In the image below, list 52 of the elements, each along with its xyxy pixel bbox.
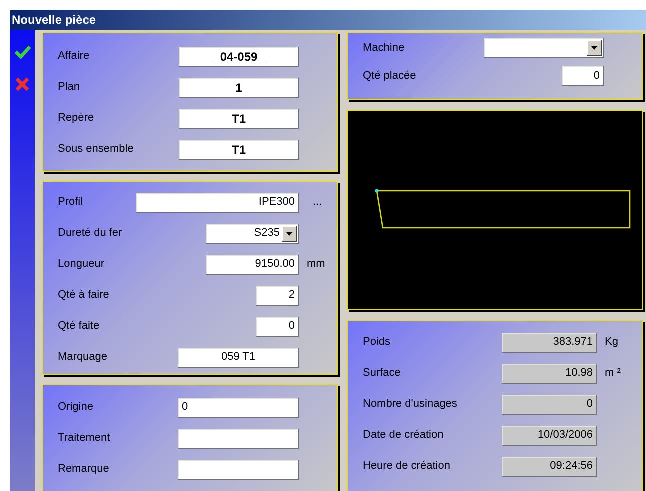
field-label: Traitement [58,431,112,446]
field-label: Longueur [58,257,106,272]
field-label: Heure de création [363,459,452,474]
dropdown-value: S235 [254,226,280,242]
field-label: Remarque [58,462,110,478]
readonly-field: 0 [502,394,597,414]
input-field[interactable]: IPE300 [136,192,299,212]
input-field[interactable] [178,428,299,448]
input-field[interactable]: _04-059_ [179,46,299,66]
input-field[interactable]: 0 [178,398,299,418]
caret-icon [591,46,598,50]
field-label: Qté à faire [58,288,110,304]
readonly-field: 09:24:56 [502,456,597,476]
input-field[interactable]: 2 [256,286,299,306]
field-label: Nombre d'usinages [363,397,458,412]
field-label: Origine [58,400,94,416]
field-label: Profil [58,195,84,210]
unit-label: Kg [605,335,618,350]
input-field[interactable] [178,460,299,480]
input-field[interactable]: 0 [562,66,604,86]
field-label: Qté placée [363,68,418,84]
field-label: Plan [58,80,82,96]
caret-icon [286,232,293,236]
readonly-field: 10/03/2006 [502,426,597,446]
field-label: Repère [58,111,96,126]
field-label: Sous ensemble [58,142,135,158]
field-label: Machine [363,40,406,56]
field-label: Qté faite [58,319,101,334]
input-field[interactable]: 9150.00 [206,254,299,274]
input-field[interactable]: T1 [179,140,299,160]
dropdown-button[interactable] [587,40,602,56]
close-icon [15,76,30,92]
dropdown-field[interactable]: S235 [206,224,299,244]
field-label: Poids [363,335,392,350]
unit-label: mm [307,257,326,272]
dropdown-button[interactable] [282,226,297,242]
field-label: Dureté du fer [58,226,124,242]
dropdown-field[interactable] [484,38,604,58]
readonly-field: 383.971 [502,332,597,352]
window-title: Nouvelle pièce [10,10,646,30]
input-field[interactable]: T1 [179,108,299,128]
field-label: Marquage [58,350,109,366]
input-field[interactable]: 1 [179,78,299,98]
field-label: Affaire [58,49,91,64]
unit-label: m ² [605,366,621,382]
input-field[interactable]: 0 [256,316,299,336]
input-field[interactable]: 059 T1 [178,348,299,368]
readonly-field: 10.98 [502,364,597,384]
check-icon [14,45,30,59]
field-label: Surface [363,366,402,382]
browse-button[interactable]: ... [307,197,322,208]
field-label: Date de création [363,428,445,444]
